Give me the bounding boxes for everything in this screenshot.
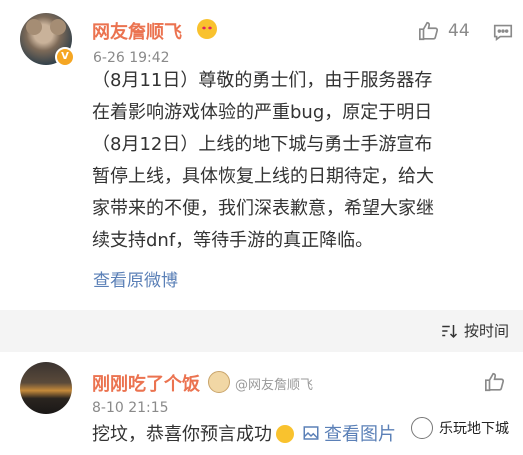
commenter-mention[interactable]: @网友詹顺飞 <box>235 374 313 393</box>
thumbs-up-icon <box>485 372 505 392</box>
view-picture-label: 查看图片 <box>324 424 396 445</box>
view-original-link[interactable]: 查看原微博 <box>93 266 178 291</box>
wechat-logo-icon <box>411 417 433 439</box>
avatar-ear-left <box>26 19 42 35</box>
commenter-avatar[interactable] <box>20 362 72 414</box>
post-body: （8月11日）尊敬的勇士们，由于服务器存 在着影响游戏体验的严重bug，原定于明… <box>92 70 434 251</box>
like-count: 44 <box>448 21 470 41</box>
emoji-icon <box>208 371 230 393</box>
like-button[interactable]: 44 <box>418 20 470 42</box>
comment-like-button[interactable] <box>484 371 506 397</box>
post-timestamp: 6-26 19:42 <box>93 50 170 66</box>
picture-icon <box>303 426 319 440</box>
comment-text: 挖坟，恭喜你预言成功 <box>92 424 272 445</box>
verified-badge: V <box>55 47 75 67</box>
sort-button[interactable]: 按时间 <box>440 320 509 341</box>
thumbs-up-icon <box>419 21 439 41</box>
commenter-username[interactable]: 刚刚吃了个饭 <box>92 370 200 396</box>
sort-label: 按时间 <box>463 322 509 340</box>
comments-header: 按时间 <box>0 310 523 352</box>
avatar-ear-right <box>50 19 66 35</box>
watermark: 乐玩地下城 <box>407 415 513 441</box>
post-username[interactable]: 网友詹顺飞 <box>92 18 182 44</box>
sort-icon <box>442 324 458 338</box>
comment-timestamp: 8-10 21:15 <box>92 400 169 416</box>
comment-body: 挖坟，恭喜你预言成功 查看图片 <box>92 420 396 446</box>
emoji-icon <box>197 19 217 39</box>
grin-emoji-icon <box>276 425 294 443</box>
original-post: V 网友詹顺飞 6-26 19:42 44 （8月11日）尊敬的勇士们，由于服务… <box>0 0 523 310</box>
view-picture-link[interactable]: 查看图片 <box>302 420 396 446</box>
watermark-text: 乐玩地下城 <box>439 421 509 437</box>
comment-button[interactable] <box>492 21 514 47</box>
comment-icon <box>493 24 513 41</box>
